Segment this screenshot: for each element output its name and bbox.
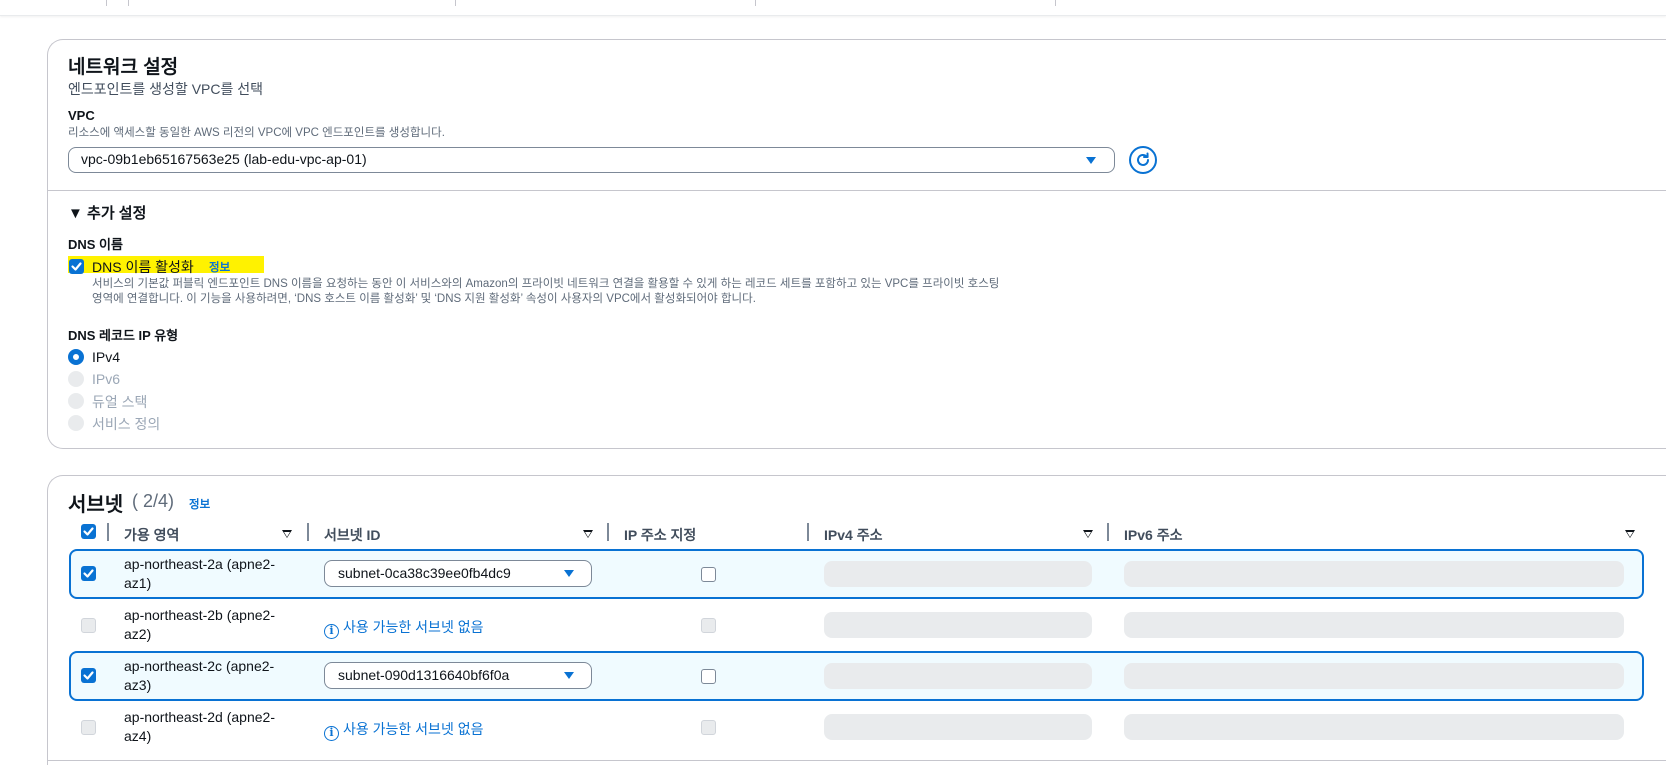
vpc-select[interactable]: vpc-09b1eb65167563e25 (lab-edu-vpc-ap-01…: [68, 147, 1115, 173]
subnet-select-value: subnet-090d1316640bf6f0a: [338, 667, 510, 683]
sort-icon[interactable]: [282, 530, 292, 538]
az-line-1: ap-northeast-2a (apne2-: [124, 556, 275, 572]
radio-dualstack: [68, 393, 84, 409]
info-icon: i: [324, 624, 339, 639]
ipv4-field: [824, 612, 1092, 638]
dns-record-ip-type-label: DNS 레코드 IP 유형: [68, 328, 179, 343]
az-cell: ap-northeast-2d (apne2- az4): [124, 708, 275, 746]
subnets-title: 서브넷: [68, 494, 124, 516]
ipv6-field: [1124, 561, 1624, 587]
column-header-az[interactable]: 가용 영역: [124, 525, 179, 545]
ipv4-field: [824, 663, 1092, 689]
previous-section-edge: [0, 0, 1666, 16]
dns-info-link[interactable]: 정보: [209, 259, 230, 275]
ipv6-field: [1124, 612, 1624, 638]
az-line-1: ap-northeast-2c (apne2-: [124, 658, 275, 674]
az-line-1: ap-northeast-2b (apne2-: [124, 607, 275, 623]
network-settings-description: 엔드포인트를 생성할 VPC를 선택: [68, 81, 264, 97]
vpc-select-value: vpc-09b1eb65167563e25 (lab-edu-vpc-ap-01…: [81, 151, 367, 167]
sort-icon[interactable]: [583, 530, 593, 538]
dns-help-line-1: 서비스의 기본값 퍼블릭 엔드포인트 DNS 이름을 요청하는 동안 이 서비스…: [92, 278, 1000, 290]
ip-assign-checkbox[interactable]: [701, 669, 716, 684]
no-subnet-text: 사용 가능한 서브넷 없음: [343, 619, 484, 635]
az-cell: ap-northeast-2c (apne2- az3): [124, 657, 274, 695]
info-icon: i: [324, 726, 339, 741]
radio-ipv6-label: IPv6: [92, 371, 121, 387]
chevron-down-icon: [564, 570, 574, 577]
subnets-count: ( 2/4): [132, 491, 175, 511]
column-header-ip-assign[interactable]: IP 주소 지정: [624, 525, 696, 545]
additional-settings-toggle[interactable]: ▼ 추가 설정: [68, 202, 146, 223]
chevron-down-icon: [1086, 157, 1096, 164]
ipv4-field: [824, 714, 1092, 740]
ip-assign-checkbox: [701, 618, 716, 633]
az-line-1: ap-northeast-2d (apne2-: [124, 709, 275, 725]
vpc-help-text: 리소스에 액세스할 동일한 AWS 리전의 VPC에 VPC 엔드포인트를 생성…: [68, 127, 445, 139]
dns-name-label: DNS 이름: [68, 237, 123, 252]
row-checkbox: [81, 618, 96, 633]
column-header-subnet-id[interactable]: 서브넷 ID: [324, 525, 381, 545]
column-separator: [1107, 523, 1109, 541]
sort-icon[interactable]: [1083, 530, 1093, 538]
refresh-icon[interactable]: [1129, 146, 1157, 174]
radio-ipv4[interactable]: [68, 349, 84, 365]
dns-enable-label: DNS 이름 활성화: [92, 259, 194, 275]
az-cell: ap-northeast-2b (apne2- az2): [124, 606, 275, 644]
subnet-select-value: subnet-0ca38c39ee0fb4dc9: [338, 565, 511, 581]
az-line-2: az4): [124, 728, 152, 744]
section-divider: [47, 190, 1666, 191]
column-separator: [107, 523, 109, 541]
radio-dualstack-label: 듀얼 스택: [92, 394, 148, 410]
row-checkbox[interactable]: [81, 566, 96, 581]
radio-service-defined: [68, 415, 84, 431]
az-line-2: az2): [124, 626, 152, 642]
az-line-2: az3): [124, 677, 152, 693]
network-settings-panel: [47, 39, 1666, 449]
sort-icon[interactable]: [1625, 530, 1635, 538]
column-separator: [607, 523, 609, 541]
vpc-label: VPC: [68, 108, 95, 123]
column-header-ipv6[interactable]: IPv6 주소: [1124, 525, 1182, 545]
subnets-info-link[interactable]: 정보: [189, 496, 210, 512]
column-header-ipv4[interactable]: IPv4 주소: [824, 525, 882, 545]
column-separator: [307, 523, 309, 541]
dns-help-line-2: 영역에 연결합니다. 이 기능을 사용하려면, ‘DNS 호스트 이름 활성화’…: [92, 293, 756, 305]
az-line-2: az1): [124, 575, 152, 591]
network-settings-title: 네트워크 설정: [68, 57, 179, 78]
column-separator: [807, 523, 809, 541]
select-all-checkbox[interactable]: [81, 524, 96, 539]
ipv6-field: [1124, 714, 1624, 740]
ip-assign-checkbox[interactable]: [701, 567, 716, 582]
radio-ipv6: [68, 371, 84, 387]
ipv4-field: [824, 561, 1092, 587]
no-subnet-text: 사용 가능한 서브넷 없음: [343, 721, 484, 737]
ipv6-field: [1124, 663, 1624, 689]
subnet-select[interactable]: subnet-090d1316640bf6f0a: [324, 662, 592, 689]
row-checkbox: [81, 720, 96, 735]
radio-ipv4-label: IPv4: [92, 349, 121, 365]
az-cell: ap-northeast-2a (apne2- az1): [124, 555, 275, 593]
chevron-down-icon: [564, 672, 574, 679]
no-subnet-available[interactable]: i 사용 가능한 서브넷 없음: [324, 617, 483, 639]
subnet-select[interactable]: subnet-0ca38c39ee0fb4dc9: [324, 560, 592, 587]
no-subnet-available[interactable]: i 사용 가능한 서브넷 없음: [324, 719, 483, 741]
radio-service-defined-label: 서비스 정의: [92, 416, 161, 432]
row-checkbox[interactable]: [81, 668, 96, 683]
table-bottom-border: [47, 760, 1666, 761]
dns-enable-checkbox[interactable]: [69, 259, 84, 274]
ip-assign-checkbox: [701, 720, 716, 735]
